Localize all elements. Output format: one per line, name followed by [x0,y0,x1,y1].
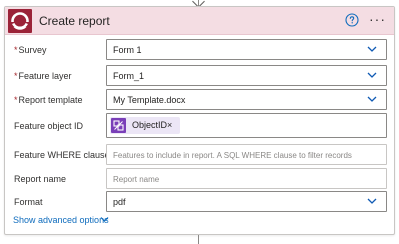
feature-object-id-input[interactable]: ObjectID × [106,113,387,138]
feature-where-row: Feature WHERE clause Features to include… [5,144,394,167]
required-marker: * [14,71,18,81]
report-name-input[interactable]: Report name [106,168,387,189]
format-dropdown[interactable]: pdf [106,191,387,212]
format-value: pdf [113,197,126,207]
card-title: Create report [39,14,110,28]
feature-layer-row: *Feature layer Form_1 [5,65,394,88]
dynamic-content-icon [111,118,126,133]
feature-layer-label: *Feature layer [14,70,72,82]
chevron-down-icon [367,96,377,102]
feature-object-id-row: Feature object ID ObjectID × [5,113,394,140]
report-template-label-text: Report template [18,95,83,105]
token-label: ObjectID [132,120,168,130]
chevron-down-icon [367,198,377,204]
chevron-down-icon [367,46,377,52]
survey-dropdown[interactable]: Form 1 [106,39,387,60]
show-advanced-options-link[interactable]: Show advanced options [13,214,109,226]
required-marker: * [14,45,18,55]
feature-where-label: Feature WHERE clause [14,150,110,160]
chevron-down-icon[interactable] [100,216,109,223]
feature-layer-dropdown[interactable]: Form_1 [106,65,387,86]
report-name-label: Report name [14,174,67,184]
objectid-token[interactable]: ObjectID × [110,117,180,134]
report-template-row: *Report template My Template.docx [5,89,394,112]
report-name-placeholder: Report name [113,175,160,184]
feature-object-id-label: Feature object ID [14,121,84,131]
survey-label-text: Survey [18,45,47,55]
format-row: Format pdf [5,191,394,214]
report-template-dropdown[interactable]: My Template.docx [106,89,387,110]
survey123-app-icon [8,9,32,33]
survey-label: *Survey [14,44,47,56]
survey-row: *Survey Form 1 [5,39,394,62]
help-circle-icon[interactable] [345,13,359,27]
feature-layer-label-text: Feature layer [18,71,72,81]
survey-value: Form 1 [113,45,142,55]
create-report-action-card: Create report ··· *Survey Form 1 *Featur… [4,6,395,235]
format-label: Format [14,197,43,207]
feature-where-placeholder: Features to include in report. A SQL WHE… [113,151,352,160]
more-options-icon[interactable]: ··· [369,12,387,28]
feature-where-input[interactable]: Features to include in report. A SQL WHE… [106,144,387,165]
feature-layer-value: Form_1 [113,71,145,81]
report-template-value: My Template.docx [113,95,186,105]
report-template-label: *Report template [14,94,83,106]
required-marker: * [14,95,18,105]
close-icon[interactable]: × [167,119,172,131]
report-name-row: Report name Report name [5,168,394,191]
card-header[interactable]: Create report ··· [5,7,394,35]
flow-connector-bottom [198,235,199,244]
chevron-down-icon [367,72,377,78]
